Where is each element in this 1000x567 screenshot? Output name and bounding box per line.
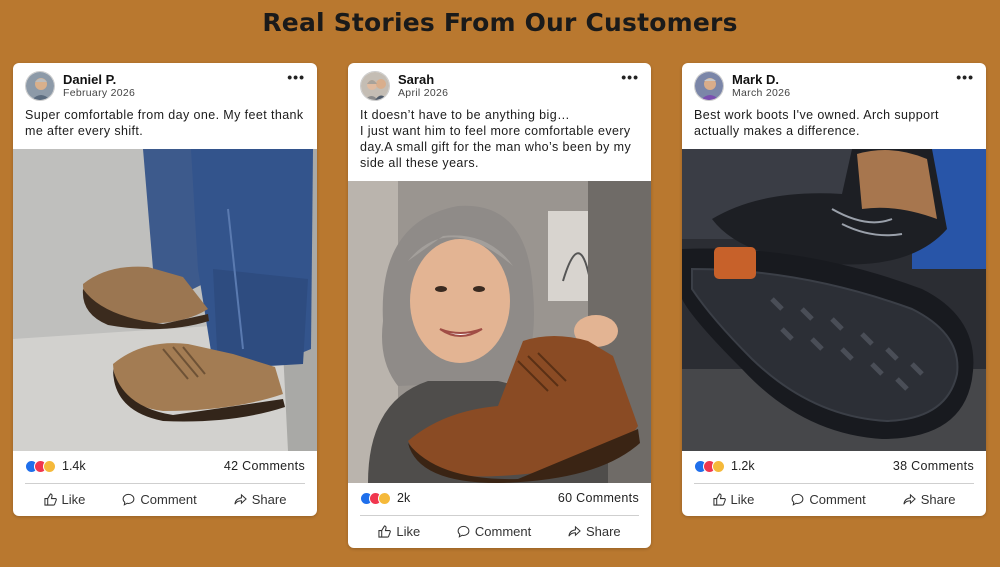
- reaction-count: 2k: [397, 491, 411, 505]
- like-label: Like: [396, 523, 421, 539]
- share-button[interactable]: Share: [234, 487, 287, 511]
- author-name[interactable]: Sarah: [398, 72, 434, 87]
- reaction-stats: 2k 60 Comments: [360, 489, 639, 509]
- divider: [694, 483, 974, 484]
- like-button[interactable]: Like: [43, 487, 86, 511]
- reaction-count: 1.4k: [62, 459, 86, 473]
- post-date: March 2026: [732, 87, 791, 99]
- post-photo[interactable]: [348, 181, 651, 483]
- author-name[interactable]: Daniel P.: [63, 72, 116, 87]
- comment-button[interactable]: Comment: [457, 519, 531, 543]
- haha-reaction-icon: [378, 491, 391, 505]
- post-card-sarah: Sarah April 2026 ••• It doesn’t have to …: [348, 63, 651, 548]
- action-bar: Like Comment Share: [25, 487, 305, 511]
- comment-button[interactable]: Comment: [122, 487, 197, 511]
- share-icon: [903, 493, 916, 504]
- post-card-mark: Mark D. March 2026 ••• Best work boots I…: [682, 63, 986, 516]
- post-card-daniel: Daniel P. February 2026 ••• Super comfor…: [13, 63, 317, 516]
- share-label: Share: [251, 491, 287, 507]
- comment-icon: [791, 493, 804, 506]
- comment-icon: [457, 525, 470, 538]
- more-options-icon[interactable]: •••: [956, 69, 974, 85]
- post-photo[interactable]: [682, 149, 986, 451]
- reaction-count: 1.2k: [731, 459, 755, 473]
- thumbs-up-icon: [712, 492, 726, 506]
- comment-icon: [122, 493, 135, 506]
- post-text: It doesn’t have to be anything big… I ju…: [360, 108, 632, 170]
- share-label: Share: [585, 523, 621, 539]
- comment-label: Comment: [809, 491, 866, 507]
- post-text: Super comfortable from day one. My feet …: [25, 108, 304, 138]
- thumbs-up-icon: [378, 524, 392, 538]
- like-label: Like: [61, 491, 86, 507]
- post-date: February 2026: [63, 87, 136, 99]
- comment-count[interactable]: 42 Comments: [224, 459, 305, 473]
- haha-reaction-icon: [712, 459, 725, 473]
- share-button[interactable]: Share: [903, 487, 956, 511]
- avatar[interactable]: [25, 71, 55, 101]
- post-photo[interactable]: [13, 149, 317, 451]
- share-icon: [568, 525, 581, 536]
- share-label: Share: [920, 491, 956, 507]
- reactions-summary[interactable]: 1.2k: [694, 459, 755, 473]
- action-bar: Like Comment Share: [694, 487, 974, 511]
- divider: [25, 483, 305, 484]
- avatar[interactable]: [694, 71, 724, 101]
- reactions-summary[interactable]: 2k: [360, 491, 410, 505]
- divider: [360, 515, 639, 516]
- more-options-icon[interactable]: •••: [287, 69, 305, 85]
- reaction-stats: 1.4k 42 Comments: [25, 457, 305, 477]
- share-icon: [234, 493, 247, 504]
- avatar[interactable]: [360, 71, 390, 101]
- comment-label: Comment: [140, 491, 197, 507]
- comment-label: Comment: [474, 523, 532, 539]
- like-label: Like: [730, 491, 755, 507]
- thumbs-up-icon: [43, 492, 57, 506]
- comment-count[interactable]: 60 Comments: [558, 491, 639, 505]
- action-bar: Like Comment Share: [360, 519, 639, 543]
- author-name[interactable]: Mark D.: [732, 72, 779, 87]
- like-button[interactable]: Like: [378, 519, 420, 543]
- comment-button[interactable]: Comment: [791, 487, 866, 511]
- reactions-summary[interactable]: 1.4k: [25, 459, 86, 473]
- share-button[interactable]: Share: [568, 519, 621, 543]
- page-heading: Real Stories From Our Customers: [262, 8, 738, 37]
- post-date: April 2026: [398, 87, 449, 99]
- comment-count[interactable]: 38 Comments: [893, 459, 974, 473]
- post-text: Best work boots I've owned. Arch support…: [694, 108, 939, 138]
- reaction-stats: 1.2k 38 Comments: [694, 457, 974, 477]
- more-options-icon[interactable]: •••: [621, 69, 639, 85]
- like-button[interactable]: Like: [712, 487, 755, 511]
- haha-reaction-icon: [43, 459, 56, 473]
